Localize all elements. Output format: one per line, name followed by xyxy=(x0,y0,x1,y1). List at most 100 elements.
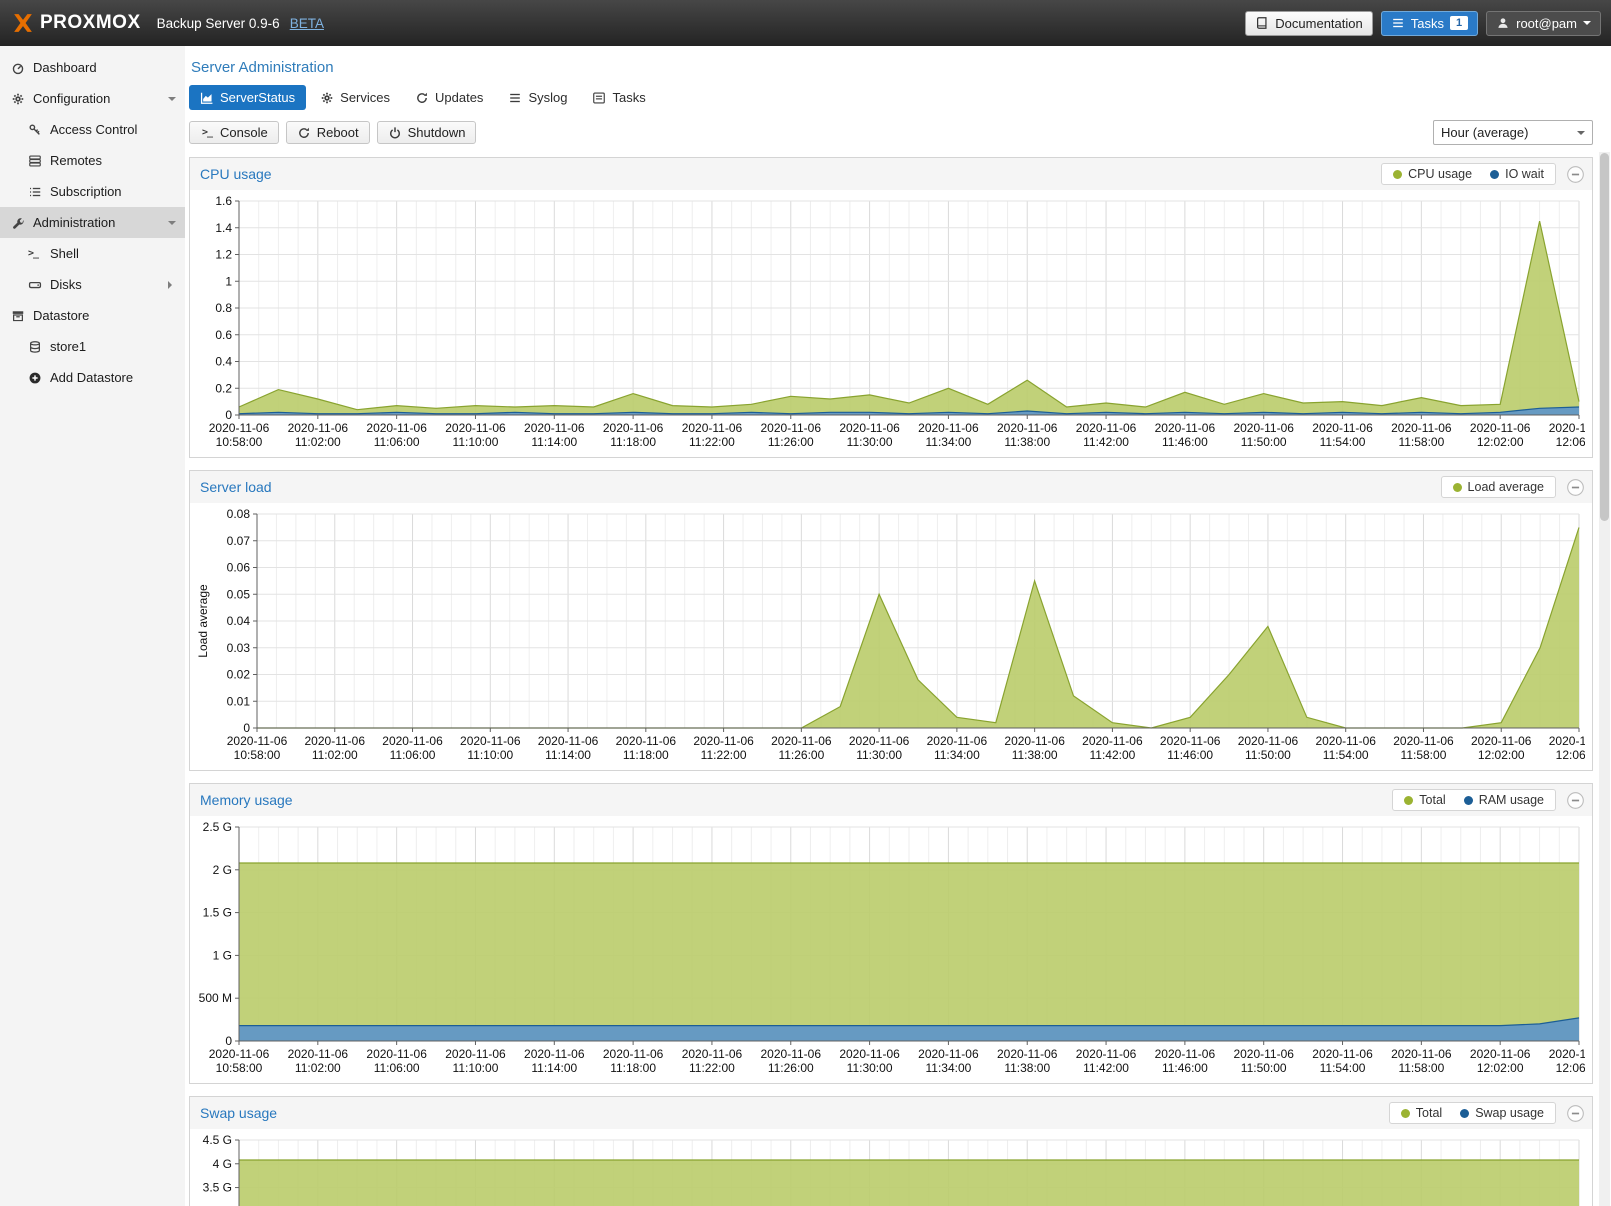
user-menu-button[interactable]: root@pam xyxy=(1486,11,1601,36)
cpu-usage-chart: 00.20.40.60.811.21.41.62020-11-0610:58:0… xyxy=(193,193,1585,455)
memory-usage-chart: 0500 M1 G1.5 G2 G2.5 G2020-11-0610:58:00… xyxy=(193,819,1585,1081)
svg-text:0.04: 0.04 xyxy=(227,614,251,628)
svg-text:11:02:00: 11:02:00 xyxy=(295,1061,341,1075)
sidebar-item-subscription[interactable]: Subscription xyxy=(0,176,185,207)
beta-link[interactable]: BETA xyxy=(290,16,324,31)
database-icon xyxy=(28,340,42,354)
shutdown-button[interactable]: Shutdown xyxy=(377,121,477,144)
svg-text:0: 0 xyxy=(243,721,250,735)
sidebar-item-store1[interactable]: store1 xyxy=(0,331,185,362)
sidebar-item-remotes[interactable]: Remotes xyxy=(0,145,185,176)
sidebar-item-access-control[interactable]: Access Control xyxy=(0,114,185,145)
svg-text:2020-11-06: 2020-11-06 xyxy=(997,421,1058,435)
svg-text:11:50:00: 11:50:00 xyxy=(1245,748,1291,762)
svg-text:11:38:00: 11:38:00 xyxy=(1012,748,1058,762)
terminal-icon: >_ xyxy=(28,248,42,259)
tab-services[interactable]: Services xyxy=(309,85,401,110)
svg-text:1.5 G: 1.5 G xyxy=(203,906,232,920)
tab-updates[interactable]: Updates xyxy=(404,85,494,110)
svg-text:0: 0 xyxy=(225,408,232,422)
legend-item: IO wait xyxy=(1490,167,1544,181)
sidebar-item-add-datastore[interactable]: Add Datastore xyxy=(0,362,185,393)
svg-text:11:02:00: 11:02:00 xyxy=(312,748,358,762)
tab-serverstatus[interactable]: ServerStatus xyxy=(189,85,306,110)
svg-text:11:38:00: 11:38:00 xyxy=(1004,1061,1050,1075)
collapse-icon[interactable] xyxy=(1566,478,1585,497)
svg-text:12:02:00: 12:02:00 xyxy=(1478,748,1525,762)
vertical-scrollbar[interactable] xyxy=(1599,152,1610,1206)
panel-memory-usage: Memory usage TotalRAM usage 0500 M1 G1.5… xyxy=(189,783,1593,1084)
sidebar: Dashboard Configuration Access Control R… xyxy=(0,46,185,1206)
panel-header: CPU usage CPU usageIO wait xyxy=(190,158,1592,190)
top-bar-actions: Documentation Tasks 1 root@pam xyxy=(1245,11,1601,36)
time-range-select[interactable]: Hour (average) xyxy=(1433,120,1593,145)
svg-text:2.5 G: 2.5 G xyxy=(203,820,232,834)
svg-text:2020-11-06: 2020-11-06 xyxy=(1082,734,1143,748)
svg-text:0: 0 xyxy=(225,1034,232,1048)
sidebar-item-datastore[interactable]: Datastore xyxy=(0,300,185,331)
chevron-down-icon xyxy=(1577,131,1585,139)
svg-text:0.07: 0.07 xyxy=(227,534,251,548)
power-icon xyxy=(388,126,402,140)
legend-dot-icon xyxy=(1393,170,1402,179)
collapse-icon[interactable] xyxy=(1566,791,1585,810)
svg-text:11:26:00: 11:26:00 xyxy=(768,1061,814,1075)
svg-text:11:10:00: 11:10:00 xyxy=(453,1061,499,1075)
sidebar-item-disks[interactable]: Disks xyxy=(0,269,185,300)
reboot-label: Reboot xyxy=(317,125,359,140)
svg-text:11:18:00: 11:18:00 xyxy=(623,748,669,762)
shutdown-label: Shutdown xyxy=(408,125,466,140)
tab-tasks[interactable]: Tasks xyxy=(581,85,656,110)
svg-text:0.4: 0.4 xyxy=(215,355,232,369)
svg-text:1.4: 1.4 xyxy=(215,221,232,235)
legend-dot-icon xyxy=(1460,1109,1469,1118)
svg-text:2020-11-06: 2020-11-06 xyxy=(761,1047,822,1061)
svg-text:2020-11-06: 2020-11-06 xyxy=(761,421,822,435)
svg-text:0.8: 0.8 xyxy=(215,301,232,315)
tab-syslog[interactable]: Syslog xyxy=(497,85,578,110)
svg-text:11:42:00: 11:42:00 xyxy=(1089,748,1135,762)
svg-text:2020-11-06: 2020-11-06 xyxy=(603,421,664,435)
sidebar-item-configuration[interactable]: Configuration xyxy=(0,83,185,114)
console-button[interactable]: >_ Console xyxy=(189,121,279,144)
sidebar-item-label: Configuration xyxy=(33,91,110,106)
legend-dot-icon xyxy=(1464,796,1473,805)
svg-text:11:22:00: 11:22:00 xyxy=(689,435,735,449)
legend-item: Total xyxy=(1404,793,1445,807)
svg-text:11:30:00: 11:30:00 xyxy=(856,748,902,762)
top-bar: PROXMOX Backup Server 0.9-6 BETA Documen… xyxy=(0,0,1611,46)
legend-dot-icon xyxy=(1401,1109,1410,1118)
area-chart-icon xyxy=(200,91,214,105)
svg-text:2020-11-06: 2020-11-06 xyxy=(1393,734,1454,748)
svg-text:12:06:00: 12:06:00 xyxy=(1556,1061,1585,1075)
sidebar-item-administration[interactable]: Administration xyxy=(0,207,185,238)
svg-text:2020-11-06: 2020-11-06 xyxy=(693,734,754,748)
main-content: Server Administration ServerStatus Servi… xyxy=(185,46,1611,1206)
svg-text:10:58:00: 10:58:00 xyxy=(216,1061,263,1075)
documentation-button[interactable]: Documentation xyxy=(1245,11,1372,36)
tasks-button[interactable]: Tasks 1 xyxy=(1381,11,1478,36)
sidebar-item-shell[interactable]: >_ Shell xyxy=(0,238,185,269)
panel-title: Swap usage xyxy=(200,1105,277,1121)
panel-cpu-usage: CPU usage CPU usageIO wait 00.20.40.60.8… xyxy=(189,157,1593,458)
scrollbar-thumb[interactable] xyxy=(1600,153,1609,521)
svg-text:2020-11-06: 2020-11-06 xyxy=(1233,421,1294,435)
collapse-icon[interactable] xyxy=(1566,165,1585,184)
wrench-icon xyxy=(11,216,25,230)
svg-text:2020-11-06: 2020-11-06 xyxy=(209,421,270,435)
user-icon xyxy=(1496,16,1510,30)
collapse-icon[interactable] xyxy=(1566,1104,1585,1123)
svg-text:11:30:00: 11:30:00 xyxy=(847,1061,893,1075)
svg-text:2020-11-06: 2020-11-06 xyxy=(1076,1047,1137,1061)
tab-label: ServerStatus xyxy=(220,90,295,105)
svg-text:0.06: 0.06 xyxy=(227,561,251,575)
reboot-button[interactable]: Reboot xyxy=(286,121,370,144)
key-icon xyxy=(28,123,42,137)
tab-bar: ServerStatus Services Updates Syslog xyxy=(189,85,1593,110)
svg-text:11:58:00: 11:58:00 xyxy=(1401,748,1447,762)
tasks-label: Tasks xyxy=(1411,16,1444,31)
svg-text:12:06:00: 12:06:00 xyxy=(1556,435,1585,449)
svg-text:10:58:00: 10:58:00 xyxy=(234,748,281,762)
sidebar-item-dashboard[interactable]: Dashboard xyxy=(0,52,185,83)
panel-title: CPU usage xyxy=(200,166,272,182)
